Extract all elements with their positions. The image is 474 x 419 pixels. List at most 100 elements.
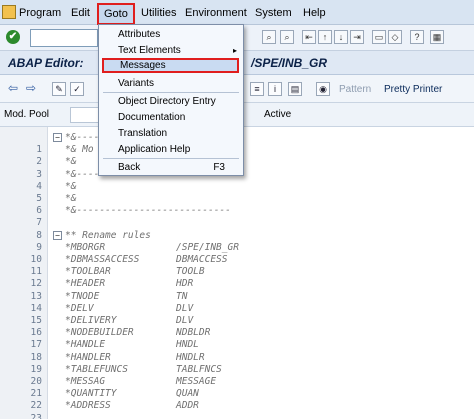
code-line[interactable]: 6 *&--------------------------- bbox=[0, 204, 474, 217]
collapse-block-icon[interactable]: − bbox=[53, 133, 62, 142]
code-text: *DELV bbox=[65, 302, 94, 314]
where-used-icon[interactable]: ≡ bbox=[250, 82, 264, 96]
forward-arrow-icon[interactable]: ⇨ bbox=[26, 82, 36, 94]
code-text-second-column: HNDL bbox=[176, 339, 199, 351]
help-icon[interactable]: ? bbox=[410, 30, 424, 44]
info-icon[interactable]: i bbox=[268, 82, 282, 96]
pattern-button[interactable]: Pattern bbox=[339, 84, 371, 95]
menu-bar: Program Edit Goto Utilities Environment … bbox=[0, 0, 474, 25]
first-page-icon[interactable]: ⇤ bbox=[302, 30, 316, 44]
submenu-arrow-icon: ▸ bbox=[232, 46, 237, 55]
code-text: *& bbox=[65, 193, 77, 204]
new-session-icon[interactable]: ▭ bbox=[372, 30, 386, 44]
code-line[interactable]: 20 *MESSAG MESSAGE bbox=[0, 375, 474, 388]
menu-item-label: Back bbox=[118, 162, 141, 173]
line-number: 23 bbox=[30, 412, 42, 419]
line-number: 7 bbox=[36, 217, 42, 229]
code-text: *& bbox=[65, 156, 77, 168]
shortcut-label: F3 bbox=[213, 162, 225, 173]
code-text-second-column: HNDLR bbox=[176, 351, 205, 363]
page-title-program: /SPE/INB_GR bbox=[251, 56, 328, 70]
code-text-second-column: TABLFNCS bbox=[176, 363, 222, 375]
code-line[interactable]: 14 *DELV DLV bbox=[0, 302, 474, 315]
shortcut-icon[interactable]: ◇ bbox=[388, 30, 402, 44]
check-syntax-icon[interactable]: ✓ bbox=[70, 82, 84, 96]
previous-page-icon[interactable]: ↑ bbox=[318, 30, 332, 44]
enter-check-icon[interactable]: ✔ bbox=[6, 30, 20, 44]
menu-item-label: Documentation bbox=[118, 112, 186, 123]
code-line[interactable]: 22 *ADDRESS ADDR bbox=[0, 399, 474, 412]
code-line[interactable]: 19 *TABLEFUNCS TABLFNCS bbox=[0, 363, 474, 376]
menu-item-translation[interactable]: Translation bbox=[99, 126, 243, 141]
code-text: *HEADER bbox=[65, 278, 106, 290]
code-line[interactable]: 16 *NODEBUILDER NDBLDR bbox=[0, 326, 474, 339]
line-number: 8 bbox=[36, 229, 42, 241]
code-text: *TABLEFUNCS bbox=[65, 363, 128, 375]
code-line[interactable]: 10 *DBMASSACCESS DBMACCESS bbox=[0, 253, 474, 266]
code-line[interactable]: 5 *& bbox=[0, 192, 474, 205]
code-line[interactable]: 17 *HANDLE HNDL bbox=[0, 338, 474, 351]
next-page-icon[interactable]: ↓ bbox=[334, 30, 348, 44]
code-text-second-column: NDBLDR bbox=[176, 327, 211, 339]
menu-item-back[interactable]: Back F3 bbox=[99, 160, 243, 175]
menu-item-application-help[interactable]: Application Help bbox=[99, 142, 243, 157]
code-text: *HANDLER bbox=[65, 351, 111, 363]
code-line[interactable]: 4 *& bbox=[0, 180, 474, 193]
menu-item-text-elements[interactable]: Text Elements ▸ bbox=[99, 43, 243, 58]
code-line[interactable]: 12 *HEADER HDR bbox=[0, 277, 474, 290]
menu-item-messages[interactable]: Messages bbox=[102, 58, 239, 73]
find-next-icon[interactable]: ⌕ bbox=[280, 30, 294, 44]
menu-environment[interactable]: Environment bbox=[185, 7, 247, 19]
code-text: *TNODE bbox=[65, 290, 100, 302]
code-text: *& bbox=[65, 180, 77, 192]
code-text-second-column: DLV bbox=[176, 302, 194, 314]
code-text-second-column: TOOLB bbox=[176, 266, 205, 278]
menu-system[interactable]: System bbox=[255, 7, 292, 19]
menu-item-label: Application Help bbox=[118, 144, 191, 155]
last-page-icon[interactable]: ⇥ bbox=[350, 30, 364, 44]
menu-program[interactable]: Program bbox=[19, 7, 61, 19]
menu-help[interactable]: Help bbox=[303, 7, 326, 19]
code-text-second-column: HDR bbox=[176, 278, 194, 290]
line-number: 6 bbox=[36, 205, 42, 217]
code-line[interactable]: 23 bbox=[0, 412, 474, 419]
command-field[interactable] bbox=[30, 29, 98, 47]
code-text: *MESSAG bbox=[65, 376, 106, 387]
line-number: 11 bbox=[30, 266, 42, 278]
code-line[interactable]: 9 *MBORGR/SPE/INB_GR bbox=[0, 241, 474, 254]
line-number: 18 bbox=[30, 351, 42, 363]
collapse-block-icon[interactable]: − bbox=[53, 230, 62, 240]
menu-utilities[interactable]: Utilities bbox=[141, 7, 176, 19]
display-change-icon[interactable]: ✎ bbox=[52, 82, 66, 96]
menu-item-object-directory-entry[interactable]: Object Directory Entry bbox=[99, 94, 243, 109]
code-line[interactable]: 8 − ** Rename rules bbox=[0, 229, 474, 242]
menu-item-documentation[interactable]: Documentation bbox=[99, 110, 243, 125]
find-icon[interactable]: ⌕ bbox=[262, 30, 276, 44]
code-line[interactable]: 7 bbox=[0, 216, 474, 229]
breakpoint-icon[interactable]: ◉ bbox=[316, 82, 330, 96]
insert-icon[interactable]: ▤ bbox=[288, 82, 302, 96]
code-text: *MBORGR bbox=[65, 241, 106, 253]
code-text: *HANDLE bbox=[65, 339, 106, 351]
line-number: 16 bbox=[30, 327, 42, 339]
layout-icon[interactable]: ▦ bbox=[430, 30, 444, 44]
line-number: 17 bbox=[30, 339, 42, 351]
code-line[interactable]: 21 *QUANTITY QUAN bbox=[0, 387, 474, 400]
menu-goto[interactable]: Goto bbox=[97, 3, 135, 25]
code-text: *QUANTITY bbox=[65, 388, 117, 400]
code-line[interactable]: 18 *HANDLER HNDLR bbox=[0, 351, 474, 364]
menu-item-variants[interactable]: Variants bbox=[99, 76, 243, 91]
menu-item-label: Translation bbox=[118, 128, 168, 139]
code-line[interactable]: 13 *TNODE TN bbox=[0, 290, 474, 303]
menu-item-attributes[interactable]: Attributes bbox=[99, 27, 243, 42]
menu-edit[interactable]: Edit bbox=[71, 7, 90, 19]
back-arrow-icon[interactable]: ⇦ bbox=[8, 82, 18, 94]
line-number: 22 bbox=[30, 400, 42, 412]
code-line[interactable]: 15 *DELIVERY DLV bbox=[0, 314, 474, 327]
sap-window-icon[interactable] bbox=[2, 5, 16, 19]
code-text-second-column: QUAN bbox=[176, 388, 199, 400]
code-text: *NODEBUILDER bbox=[65, 327, 134, 339]
line-number: 20 bbox=[30, 376, 42, 387]
pretty-printer-button[interactable]: Pretty Printer bbox=[384, 84, 442, 95]
code-line[interactable]: 11 *TOOLBAR TOOLB bbox=[0, 265, 474, 278]
